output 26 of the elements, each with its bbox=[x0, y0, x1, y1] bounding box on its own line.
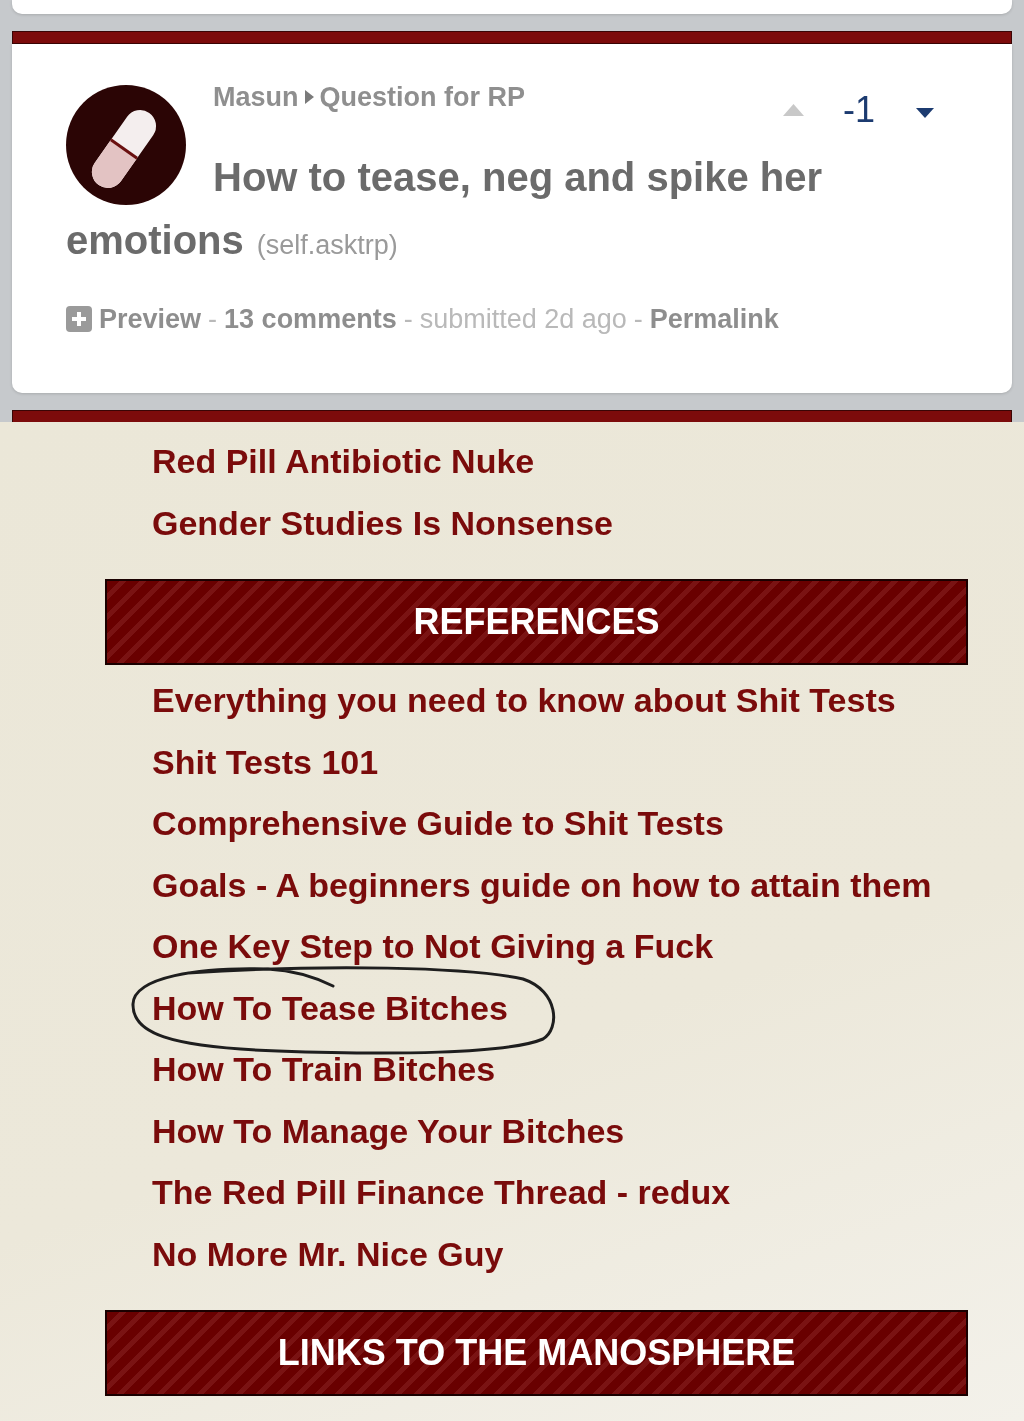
sidebar-link[interactable]: How To Train Bitches bbox=[152, 1039, 496, 1101]
section-heading: LINKS TO THE MANOSPHERE bbox=[105, 1310, 968, 1396]
sidebar-link[interactable]: Red Pill Antibiotic Nuke bbox=[152, 431, 535, 493]
sidebar-link[interactable]: Gender Studies Is Nonsense bbox=[152, 492, 614, 554]
post-domain: (self.asktrp) bbox=[256, 230, 398, 260]
separator: - bbox=[633, 303, 643, 336]
sidebar-link[interactable]: Comprehensive Guide to Shit Tests bbox=[152, 793, 724, 855]
submitted-time: submitted 2d ago bbox=[419, 303, 627, 336]
sidebar-link[interactable]: Shit Tests 101 bbox=[152, 731, 379, 793]
sidebar-link[interactable]: Everything you need to know about Shit Tests bbox=[152, 670, 896, 732]
plus-icon bbox=[66, 306, 92, 332]
downvote-arrow-icon[interactable] bbox=[916, 108, 934, 118]
vote-score: -1 bbox=[843, 90, 875, 130]
sidebar-link[interactable]: Goals - A beginners guide on how to attain them bbox=[152, 854, 932, 916]
separator: - bbox=[208, 303, 218, 336]
section-heading: REFERENCES bbox=[105, 579, 968, 665]
separator: - bbox=[403, 303, 413, 336]
sidebar-link[interactable]: The Red Pill Finance Thread - redux bbox=[152, 1162, 731, 1224]
pill-avatar-icon bbox=[66, 85, 186, 205]
caret-icon bbox=[304, 90, 314, 104]
post-title[interactable]: How to tease, neg and spike her bbox=[213, 155, 823, 199]
sidebar-link[interactable]: One Key Step to Not Giving a Fuck bbox=[152, 916, 714, 978]
post-title[interactable]: emotions bbox=[66, 218, 244, 262]
sidebar-link[interactable]: How To Tease Bitches bbox=[152, 977, 508, 1039]
sidebar-link[interactable]: How To Manage Your Bitches bbox=[152, 1100, 625, 1162]
sidebar-link[interactable]: No More Mr. Nice Guy bbox=[152, 1223, 504, 1285]
